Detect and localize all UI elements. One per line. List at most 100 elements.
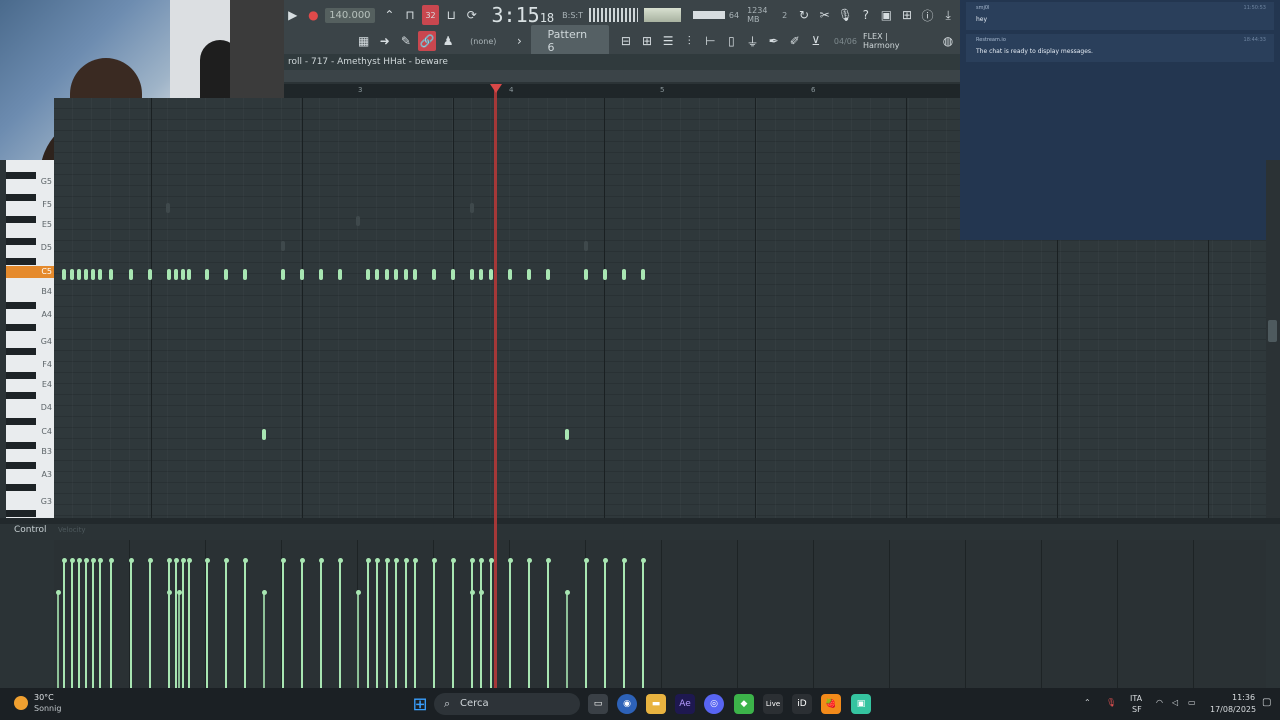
velocity-bar[interactable] <box>130 560 132 688</box>
piano-icon[interactable]: ▦ <box>355 31 373 51</box>
velocity-handle[interactable] <box>167 590 172 595</box>
velocity-handle[interactable] <box>167 558 172 563</box>
note[interactable] <box>413 269 417 280</box>
velocity-bar[interactable] <box>547 560 549 688</box>
note[interactable] <box>366 269 370 280</box>
velocity-handle[interactable] <box>177 590 182 595</box>
velocity-handle[interactable] <box>70 558 75 563</box>
feather-icon[interactable]: ✐ <box>786 31 804 51</box>
info-icon[interactable]: ⓘ <box>919 5 937 25</box>
velocity-bar[interactable] <box>175 560 177 688</box>
velocity-bar[interactable] <box>206 560 208 688</box>
velocity-handle[interactable] <box>91 558 96 563</box>
eq-icon[interactable]: ⫶ <box>680 31 698 51</box>
velocity-bar[interactable] <box>110 560 112 688</box>
chrome-icon[interactable]: ◉ <box>617 694 637 714</box>
velocity-bar[interactable] <box>490 560 492 688</box>
note[interactable] <box>91 269 95 280</box>
note[interactable] <box>565 429 569 440</box>
timeline-ruler[interactable]: 3 4 5 6 <box>284 84 960 98</box>
velocity-handle[interactable] <box>205 558 210 563</box>
metronome-icon[interactable]: ⌃ <box>381 5 399 25</box>
velocity-handle[interactable] <box>98 558 103 563</box>
velocity-handle[interactable] <box>84 558 89 563</box>
velocity-bar[interactable] <box>244 560 246 688</box>
note[interactable] <box>300 269 304 280</box>
velocity-handle[interactable] <box>546 558 551 563</box>
control-divider[interactable] <box>0 518 1280 524</box>
loop-icon[interactable]: ⟳ <box>463 5 481 25</box>
velocity-bar[interactable] <box>78 560 80 688</box>
scrollbar-thumb[interactable] <box>1268 320 1277 342</box>
velocity-handle[interactable] <box>394 558 399 563</box>
note[interactable] <box>375 269 379 280</box>
arrow-icon[interactable]: ➜ <box>376 31 394 51</box>
velocity-bar[interactable] <box>566 592 568 688</box>
velocity-handle[interactable] <box>56 590 61 595</box>
clipboard-icon[interactable]: ▯ <box>722 31 740 51</box>
velocity-handle[interactable] <box>451 558 456 563</box>
note[interactable] <box>174 269 178 280</box>
note[interactable] <box>129 269 133 280</box>
note[interactable] <box>62 269 66 280</box>
velocity-handle[interactable] <box>62 558 67 563</box>
save-icon[interactable]: ▣ <box>878 5 896 25</box>
velocity-bar[interactable] <box>367 560 369 688</box>
note[interactable] <box>451 269 455 280</box>
velocity-bar[interactable] <box>339 560 341 688</box>
velocity-handle[interactable] <box>584 558 589 563</box>
velocity-handle[interactable] <box>262 590 267 595</box>
velocity-bar[interactable] <box>92 560 94 688</box>
control-label[interactable]: Control <box>14 525 47 535</box>
velocity-bar[interactable] <box>71 560 73 688</box>
velocity-bar[interactable] <box>509 560 511 688</box>
velocity-handle[interactable] <box>148 558 153 563</box>
velocity-bar[interactable] <box>301 560 303 688</box>
app-green-icon[interactable]: ◆ <box>734 694 754 714</box>
discord-icon[interactable]: ◎ <box>704 694 724 714</box>
velocity-bar[interactable] <box>414 560 416 688</box>
task-view-icon[interactable]: ▭ <box>588 694 608 714</box>
velocity-bar[interactable] <box>168 592 170 688</box>
note[interactable] <box>187 269 191 280</box>
weather-temperature[interactable]: 30°C <box>34 693 54 702</box>
velocity-bar[interactable] <box>149 560 151 688</box>
velocity-handle[interactable] <box>603 558 608 563</box>
note[interactable] <box>77 269 81 280</box>
note[interactable] <box>167 269 171 280</box>
velocity-handle[interactable] <box>508 558 513 563</box>
velocity-bar[interactable] <box>452 560 454 688</box>
velocity-handle[interactable] <box>174 558 179 563</box>
velocity-handle[interactable] <box>470 590 475 595</box>
live-icon[interactable]: Live <box>763 694 783 714</box>
wait-icon[interactable]: ⊓ <box>401 5 419 25</box>
note[interactable] <box>338 269 342 280</box>
velocity-handle[interactable] <box>281 558 286 563</box>
black-key[interactable] <box>6 418 36 425</box>
velocity-bar[interactable] <box>395 560 397 688</box>
link-icon[interactable]: 🔗 <box>417 31 437 51</box>
velocity-bar[interactable] <box>433 560 435 688</box>
volume-icon[interactable]: ◁ <box>1172 698 1178 707</box>
velocity-bar[interactable] <box>528 560 530 688</box>
velocity-bar[interactable] <box>263 592 265 688</box>
black-key[interactable] <box>6 372 36 379</box>
note[interactable] <box>489 269 493 280</box>
fl-studio-icon[interactable]: 🍓 <box>821 694 841 714</box>
note[interactable] <box>205 269 209 280</box>
note[interactable] <box>98 269 102 280</box>
cart-icon[interactable]: ⊻ <box>807 31 825 51</box>
black-key[interactable] <box>6 462 36 469</box>
download-icon[interactable]: ⤓ <box>939 5 957 25</box>
velocity-handle[interactable] <box>319 558 324 563</box>
velocity-handle[interactable] <box>479 558 484 563</box>
velocity-handle[interactable] <box>641 558 646 563</box>
black-key[interactable] <box>6 324 36 331</box>
black-key[interactable] <box>6 484 36 491</box>
wifi-icon[interactable]: ◠ <box>1156 698 1163 707</box>
black-key[interactable] <box>6 392 36 399</box>
notification-icon[interactable]: ▢ <box>1262 697 1271 708</box>
note[interactable] <box>432 269 436 280</box>
velocity-bar[interactable] <box>182 560 184 688</box>
record-icon[interactable]: ● <box>305 5 323 25</box>
